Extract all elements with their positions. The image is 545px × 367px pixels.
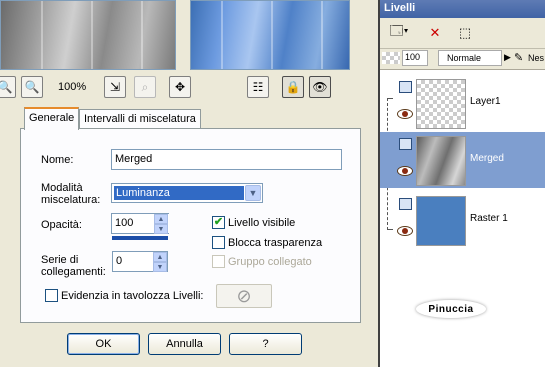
layer-properties-dialog: 🔍 🔍 ⇲ ⌕ ✥ ☷ 🔒 👁 100% Generale Intervalli… [0, 0, 378, 367]
link-set-spinner[interactable]: ▲ ▼ [153, 252, 167, 272]
layer-row-layer1[interactable]: Layer1 [380, 75, 545, 131]
new-layer-icon: 🗔▾ [389, 23, 409, 38]
zoom-in-icon: 🔍 [24, 80, 40, 94]
zoom-actual-button[interactable]: ⌕ [134, 76, 156, 98]
spin-up-icon[interactable]: ▲ [153, 252, 167, 262]
layer-name: Raster 1 [470, 213, 508, 224]
layer-row-merged[interactable]: Merged [380, 132, 545, 188]
zoom-out-icon: 🔍 [0, 80, 13, 94]
layer-name: Layer1 [470, 96, 501, 107]
layer-opacity-field[interactable]: 100 [402, 50, 428, 66]
zoom-actual-icon: ⌕ [141, 79, 149, 94]
help-button[interactable]: ? [229, 333, 302, 355]
highlight-color-button[interactable]: ⊘ [216, 284, 272, 308]
properties-button[interactable]: ☷ [247, 76, 269, 98]
pan-icon: ✥ [174, 80, 186, 94]
zoom-out-button[interactable]: 🔍 [0, 76, 16, 98]
layer-blend-select[interactable]: Normale [438, 50, 502, 66]
fit-window-icon: ⇲ [109, 80, 121, 94]
raster-layer-icon [399, 198, 412, 210]
preview-toolbar: 🔍 🔍 ⇲ ⌕ ✥ ☷ 🔒 👁 [0, 74, 378, 100]
linked-group-checkbox[interactable] [212, 255, 225, 268]
blend-mode-select[interactable]: Luminanza ▼ [111, 183, 263, 203]
spin-down-icon[interactable]: ▼ [153, 262, 167, 272]
highlight-checkbox[interactable] [45, 289, 58, 302]
layers-panel: Livelli 🗔▾ ✕ ⬚ 100 Normale ▶ ✎ Nes Layer… [378, 0, 545, 367]
highlight-label: Evidenzia in tavolozza Livelli: [61, 290, 204, 302]
fit-window-button[interactable]: ⇲ [104, 76, 126, 98]
visibility-button[interactable]: 👁 [309, 76, 331, 98]
layer-name: Merged [470, 153, 504, 164]
check-icon: ✔ [213, 216, 224, 228]
layer-thumbnail [416, 79, 466, 129]
delete-layer-icon: ✕ [429, 25, 441, 40]
lock-icon: 🔒 [285, 80, 301, 94]
layers-list: Layer1 Merged Raster 1 Pinuccia [380, 69, 545, 367]
link-set-label-1: Serie di [41, 254, 79, 266]
play-icon[interactable]: ▶ [504, 52, 511, 63]
visibility-icon[interactable] [397, 109, 413, 119]
spin-down-icon[interactable]: ▼ [154, 224, 168, 234]
layer-thumbnail [416, 136, 466, 186]
tab-intervalli[interactable]: Intervalli di miscelatura [79, 109, 201, 129]
name-field[interactable]: Merged [111, 149, 342, 170]
layer-row-raster1[interactable]: Raster 1 [380, 192, 545, 248]
lock-button[interactable]: 🔒 [282, 76, 304, 98]
pan-button[interactable]: ✥ [169, 76, 191, 98]
visible-checkbox[interactable]: ✔ [212, 216, 225, 229]
layers-options: 100 Normale ▶ ✎ Nes [380, 48, 545, 68]
new-layer-button[interactable]: 🗔▾ [384, 22, 414, 44]
link-set-label-2: collegamenti: [41, 266, 106, 278]
chevron-down-icon[interactable]: ▼ [245, 185, 261, 201]
preview-strip [0, 0, 378, 72]
link-set-value: 0 [116, 255, 123, 267]
layer-mode-cut-label: Nes [528, 53, 545, 63]
none-icon: ⊘ [236, 285, 252, 306]
blend-mode-label-1: Modalità [41, 182, 83, 194]
layer-thumbnail [416, 196, 466, 246]
preview-before [0, 0, 176, 70]
properties-icon: ☷ [252, 80, 264, 94]
zoom-level: 100% [58, 81, 87, 93]
layers-title: Livelli [380, 0, 545, 18]
edit-icon[interactable]: ✎ [514, 51, 523, 64]
raster-layer-icon [399, 81, 412, 93]
raster-layer-icon [399, 138, 412, 150]
zoom-in-button[interactable]: 🔍 [21, 76, 43, 98]
opacity-slider[interactable] [112, 236, 168, 240]
edit-selection-button[interactable]: ⬚ [454, 22, 476, 44]
spin-up-icon[interactable]: ▲ [154, 214, 168, 224]
tab-generale[interactable]: Generale [24, 107, 80, 130]
layer-blend-value: Normale [447, 53, 482, 63]
linked-group-label: Gruppo collegato [228, 256, 312, 268]
visibility-icon[interactable] [397, 166, 413, 176]
opacity-value: 100 [115, 217, 134, 229]
blend-mode-value: Luminanza [114, 186, 244, 200]
visibility-icon: 👁 [312, 80, 328, 94]
blend-mode-label-2: miscelatura: [41, 194, 101, 206]
lock-transparency-checkbox[interactable] [212, 236, 225, 249]
ok-button[interactable]: OK [67, 333, 140, 355]
visible-label: Livello visibile [228, 217, 296, 229]
opacity-label: Opacità: [41, 219, 82, 231]
name-label: Nome: [41, 154, 74, 166]
preview-after [190, 0, 350, 70]
opacity-icon [382, 52, 400, 64]
layers-toolbar: 🗔▾ ✕ ⬚ [380, 19, 545, 47]
lock-transparency-label: Blocca trasparenza [228, 237, 323, 249]
watermark-logo: Pinuccia [416, 300, 486, 318]
opacity-spinner[interactable]: ▲ ▼ [154, 214, 168, 234]
delete-layer-button[interactable]: ✕ [424, 22, 446, 44]
edit-selection-icon: ⬚ [458, 25, 472, 40]
visibility-icon[interactable] [397, 226, 413, 236]
cancel-button[interactable]: Annulla [148, 333, 221, 355]
